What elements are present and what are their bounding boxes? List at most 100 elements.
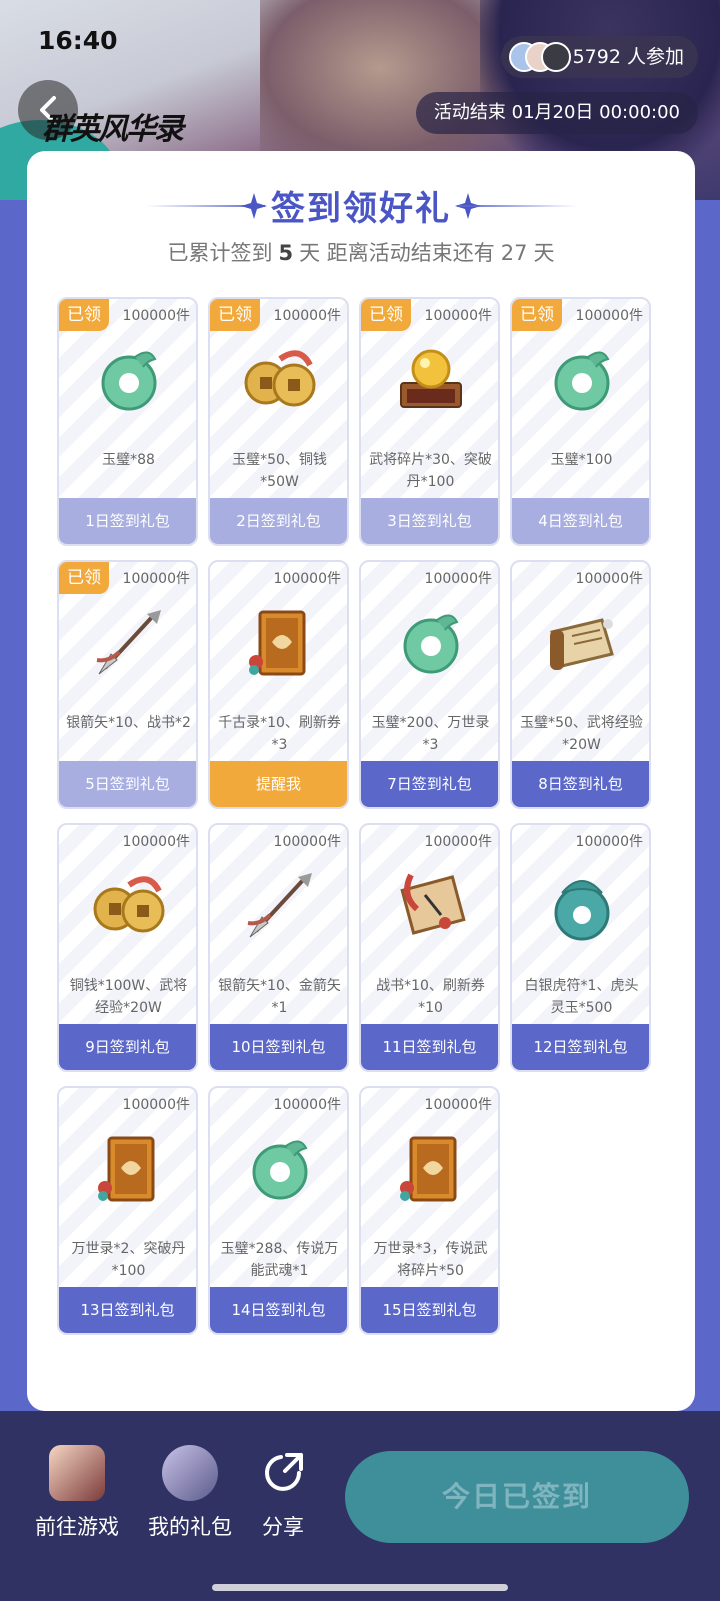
gift-package-button[interactable]: 2日签到礼包 (210, 498, 347, 544)
page-title: 签到领好礼 (271, 189, 451, 229)
go-game-label: 前往游戏 (35, 1515, 119, 1539)
book-icon (542, 602, 622, 682)
gift-description: 战书*10、刷新券*10 (376, 978, 485, 1016)
gift-package-button[interactable]: 12日签到礼包 (512, 1024, 649, 1070)
gift-description: 万世录*2、突破丹*100 (71, 1241, 186, 1279)
gift-package-button[interactable]: 8日签到礼包 (512, 761, 649, 807)
summary-suffix: 天 (533, 241, 555, 265)
gift-card[interactable]: 100000件铜钱*100W、武将经验*20W 9日签到礼包 (57, 823, 198, 1072)
gift-quantity: 100000件 (122, 571, 190, 587)
gift-quantity: 100000件 (424, 1097, 492, 1113)
gift-quantity: 100000件 (273, 1097, 341, 1113)
participants-badge: 5792 人参加 (500, 36, 698, 78)
claimed-badge: 已领 (59, 299, 109, 331)
gift-package-button[interactable]: 7日签到礼包 (361, 761, 498, 807)
golden-orb-icon (391, 339, 471, 419)
gift-description: 玉璧*88 (102, 452, 155, 468)
gift-quantity: 100000件 (575, 834, 643, 850)
arrow-icon (89, 602, 169, 682)
my-gifts-label: 我的礼包 (148, 1515, 232, 1539)
jade-dragon-icon (391, 602, 471, 682)
home-indicator[interactable] (212, 1584, 508, 1591)
gift-description: 白银虎符*1、虎头灵玉*500 (524, 978, 639, 1016)
sparkle-icon (241, 193, 267, 219)
remind-me-button[interactable]: 提醒我 (210, 761, 347, 807)
participants-count: 5792 人参加 (572, 46, 684, 68)
gift-description: 武将碎片*30、突破丹*100 (369, 452, 492, 490)
jade-dragon-icon (89, 339, 169, 419)
gift-card[interactable]: 100000件 玉璧*50、武将经验*20W 8日签到礼包 (510, 560, 651, 809)
gift-quantity: 100000件 (273, 571, 341, 587)
share-button[interactable]: 分享 (228, 1445, 338, 1541)
gift-card[interactable]: 100000件 玉璧*200、万世录*3 7日签到礼包 (359, 560, 500, 809)
gift-description: 铜钱*100W、武将经验*20W (69, 978, 188, 1016)
gift-description: 万世录*3，传说武将碎片*50 (373, 1241, 488, 1279)
gift-package-button[interactable]: 13日签到礼包 (59, 1287, 196, 1333)
summary-mid: 天 距离活动结束还有 (299, 241, 495, 265)
scroll-card-icon (240, 602, 320, 682)
gift-description: 银箭矢*10、战书*2 (66, 715, 191, 731)
gift-card[interactable]: 100000件战书*10、刷新券*10 11日签到礼包 (359, 823, 500, 1072)
gift-card[interactable]: 100000件白银虎符*1、虎头灵玉*500 12日签到礼包 (510, 823, 651, 1072)
gift-package-button[interactable]: 15日签到礼包 (361, 1287, 498, 1333)
signed-today-button[interactable]: 今日已签到 (345, 1451, 689, 1543)
gift-description: 玉璧*100 (550, 452, 613, 468)
claimed-badge: 已领 (59, 562, 109, 594)
gift-avatar-icon (162, 1445, 218, 1501)
gift-description: 银箭矢*10、金箭矢*1 (218, 978, 341, 1016)
claimed-badge: 已领 (361, 299, 411, 331)
gift-description: 千古录*10、刷新券*3 (218, 715, 341, 753)
gift-description: 玉璧*50、铜钱*50W (232, 452, 327, 490)
coins-icon (240, 339, 320, 419)
activity-end-time: 活动结束 01月20日 00:00:00 (415, 92, 698, 134)
gift-card[interactable]: 已领 100000件 武将碎片*30、突破丹*100 3日签到礼包 (359, 297, 500, 546)
gift-description: 玉璧*50、武将经验*20W (520, 715, 643, 753)
gift-quantity: 100000件 (122, 834, 190, 850)
gift-package-button[interactable]: 11日签到礼包 (361, 1024, 498, 1070)
gift-card[interactable]: 100000件万世录*3，传说武将碎片*50 15日签到礼包 (359, 1086, 500, 1335)
gift-package-button[interactable]: 1日签到礼包 (59, 498, 196, 544)
gift-package-button[interactable]: 14日签到礼包 (210, 1287, 347, 1333)
gift-quantity: 100000件 (575, 308, 643, 324)
claimed-badge: 已领 (210, 299, 260, 331)
divider (457, 205, 577, 207)
go-game-button[interactable]: 前往游戏 (22, 1445, 132, 1541)
coins-icon (89, 865, 169, 945)
gift-card[interactable]: 100000件 万世录*2、突破丹*100 13日签到礼包 (57, 1086, 198, 1335)
gift-package-button[interactable]: 4日签到礼包 (512, 498, 649, 544)
signed-days: 5 (278, 241, 294, 265)
gift-package-button[interactable]: 3日签到礼包 (361, 498, 498, 544)
jade-dragon-icon (542, 339, 622, 419)
war-letter-icon (391, 865, 471, 945)
gift-card[interactable]: 100000件千古录*10、刷新券*3 提醒我 (208, 560, 349, 809)
gift-card[interactable]: 已领 100000件玉璧*50、铜钱*50W 2日签到礼包 (208, 297, 349, 546)
game-icon (49, 1445, 105, 1501)
bottom-bar: 前往游戏 我的礼包 分享 今日已签到 (0, 1411, 720, 1601)
gift-package-button[interactable]: 9日签到礼包 (59, 1024, 196, 1070)
gift-description: 玉璧*200、万世录*3 (371, 715, 490, 753)
checkin-card: 签到领好礼 已累计签到 5 天 距离活动结束还有 27 天 已领 100000件 玉璧*88… (27, 151, 695, 1411)
gift-card[interactable]: 100000件玉璧*288、传说万能武魂*1 14日签到礼包 (208, 1086, 349, 1335)
game-logo: 群英风华录 (42, 112, 184, 147)
gift-card[interactable]: 100000件银箭矢*10、金箭矢*1 10日签到礼包 (208, 823, 349, 1072)
days-left: 27 (500, 241, 528, 265)
gift-package-button[interactable]: 10日签到礼包 (210, 1024, 347, 1070)
banner-art-2 (480, 0, 720, 170)
gift-quantity: 100000件 (122, 308, 190, 324)
gift-card[interactable]: 已领 100000件玉璧*100 4日签到礼包 (510, 297, 651, 546)
gift-quantity: 100000件 (424, 834, 492, 850)
gift-card[interactable]: 已领 100000件银箭矢*10、战书*2 5日签到礼包 (57, 560, 198, 809)
arrow-icon (240, 865, 320, 945)
gift-quantity: 100000件 (273, 834, 341, 850)
gift-card[interactable]: 已领 100000件玉璧*88 1日签到礼包 (57, 297, 198, 546)
summary-prefix: 已累计签到 (167, 241, 273, 265)
gift-package-button[interactable]: 5日签到礼包 (59, 761, 196, 807)
scroll-card-icon (89, 1128, 169, 1208)
jade-dragon-icon (240, 1128, 320, 1208)
status-time: 16:40 (38, 26, 118, 55)
title-row: 签到领好礼 (27, 181, 695, 230)
gift-description: 玉璧*288、传说万能武魂*1 (220, 1241, 339, 1279)
share-icon (255, 1445, 311, 1501)
gift-quantity: 100000件 (273, 308, 341, 324)
claimed-badge: 已领 (512, 299, 562, 331)
